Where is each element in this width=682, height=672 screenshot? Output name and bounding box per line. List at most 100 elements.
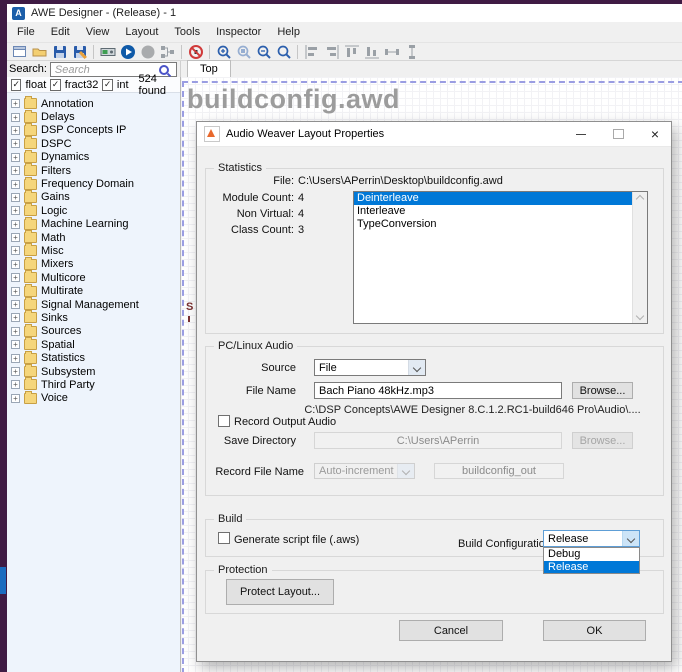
tree-item-third-party[interactable]: +Third Party: [7, 378, 180, 391]
tree-item-sources[interactable]: +Sources: [7, 325, 180, 338]
expand-plus-icon[interactable]: +: [11, 327, 20, 336]
tree-item-dynamics[interactable]: +Dynamics: [7, 151, 180, 164]
expand-plus-icon[interactable]: +: [11, 233, 20, 242]
menu-layout[interactable]: Layout: [117, 26, 166, 38]
tree-item-voice[interactable]: +Voice: [7, 392, 180, 405]
class-list-item[interactable]: Interleave: [354, 205, 647, 218]
tree-item-sinks[interactable]: +Sinks: [7, 311, 180, 324]
expand-plus-icon[interactable]: +: [11, 300, 20, 309]
source-dropdown[interactable]: File: [314, 359, 426, 376]
tree-item-dspc[interactable]: +DSPC: [7, 137, 180, 150]
tree-item-multicore[interactable]: +Multicore: [7, 271, 180, 284]
window-title: AWE Designer - (Release) - 1: [31, 7, 176, 19]
save-file-as-icon[interactable]: [70, 44, 89, 60]
tree-item-misc[interactable]: +Misc: [7, 244, 180, 257]
expand-plus-icon[interactable]: +: [11, 220, 20, 229]
hardware-target-icon[interactable]: [98, 44, 117, 60]
expand-plus-icon[interactable]: +: [11, 367, 20, 376]
browse-file-button[interactable]: Browse...: [572, 382, 633, 399]
expand-plus-icon[interactable]: +: [11, 126, 20, 135]
tree-item-math[interactable]: +Math: [7, 231, 180, 244]
fract32-checkbox[interactable]: ✓: [50, 79, 60, 91]
align-left-icon[interactable]: [302, 44, 321, 60]
dialog-maximize-button[interactable]: [604, 122, 632, 146]
option-release[interactable]: Release: [544, 561, 639, 574]
open-file-icon[interactable]: [30, 44, 49, 60]
play-audio-icon[interactable]: [118, 44, 137, 60]
expand-plus-icon[interactable]: +: [11, 260, 20, 269]
class-list-item[interactable]: TypeConversion: [354, 218, 647, 231]
option-debug[interactable]: Debug: [544, 548, 639, 561]
tree-item-spatial[interactable]: +Spatial: [7, 338, 180, 351]
expand-plus-icon[interactable]: +: [11, 287, 20, 296]
zoom-reset-icon[interactable]: [274, 44, 293, 60]
expand-plus-icon[interactable]: +: [11, 166, 20, 175]
tree-item-multirate[interactable]: +Multirate: [7, 284, 180, 297]
tree-item-dsp-concepts-ip[interactable]: +DSP Concepts IP: [7, 124, 180, 137]
menu-inspector[interactable]: Inspector: [208, 26, 269, 38]
listbox-scrollbar[interactable]: [632, 192, 647, 323]
ok-button[interactable]: OK: [543, 620, 646, 641]
expand-plus-icon[interactable]: +: [11, 193, 20, 202]
int-checkbox[interactable]: ✓: [102, 79, 112, 91]
tree-item-mixers[interactable]: +Mixers: [7, 258, 180, 271]
class-count-label: Class Count:: [219, 224, 294, 236]
distribute-horizontal-icon[interactable]: [382, 44, 401, 60]
expand-plus-icon[interactable]: +: [11, 139, 20, 148]
tree-item-statistics[interactable]: +Statistics: [7, 351, 180, 364]
expand-plus-icon[interactable]: +: [11, 153, 20, 162]
scroll-down-icon[interactable]: [633, 309, 647, 323]
record-output-audio-checkbox[interactable]: [218, 415, 230, 427]
class-list-item-selected[interactable]: Deinterleave: [354, 192, 647, 205]
tree-item-signal-management[interactable]: +Signal Management: [7, 298, 180, 311]
tree-item-delays[interactable]: +Delays: [7, 110, 180, 123]
menu-edit[interactable]: Edit: [43, 26, 78, 38]
build-configuration-dropdown[interactable]: Release: [543, 530, 640, 547]
expand-plus-icon[interactable]: +: [11, 273, 20, 282]
expand-plus-icon[interactable]: +: [11, 394, 20, 403]
expand-plus-icon[interactable]: +: [11, 113, 20, 122]
tab-top[interactable]: Top: [187, 60, 231, 77]
tree-item-gains[interactable]: +Gains: [7, 191, 180, 204]
menu-help[interactable]: Help: [269, 26, 308, 38]
align-right-icon[interactable]: [322, 44, 341, 60]
tree-item-frequency-domain[interactable]: +Frequency Domain: [7, 177, 180, 190]
expand-plus-icon[interactable]: +: [11, 180, 20, 189]
tree-item-annotation[interactable]: +Annotation: [7, 97, 180, 110]
align-bottom-icon[interactable]: [362, 44, 381, 60]
menu-view[interactable]: View: [78, 26, 118, 38]
zoom-in-icon[interactable]: [214, 44, 233, 60]
generate-script-checkbox[interactable]: [218, 532, 230, 544]
dialog-minimize-button[interactable]: [567, 122, 595, 146]
expand-plus-icon[interactable]: +: [11, 99, 20, 108]
dialog-close-button[interactable]: ×: [641, 122, 669, 146]
scroll-up-icon[interactable]: [633, 192, 647, 206]
menu-tools[interactable]: Tools: [166, 26, 208, 38]
align-top-icon[interactable]: [342, 44, 361, 60]
tree-item-filters[interactable]: +Filters: [7, 164, 180, 177]
save-file-icon[interactable]: [50, 44, 69, 60]
expand-plus-icon[interactable]: +: [11, 246, 20, 255]
class-listbox[interactable]: Deinterleave Interleave TypeConversion: [353, 191, 648, 324]
menu-file[interactable]: File: [9, 26, 43, 38]
float-checkbox[interactable]: ✓: [11, 79, 21, 91]
zoom-window-icon[interactable]: [234, 44, 253, 60]
dialog-title-bar: Audio Weaver Layout Properties ×: [197, 122, 671, 147]
expand-plus-icon[interactable]: +: [11, 354, 20, 363]
protect-layout-button[interactable]: Protect Layout...: [226, 579, 334, 605]
file-name-input[interactable]: Bach Piano 48kHz.mp3: [314, 382, 562, 399]
expand-plus-icon[interactable]: +: [11, 340, 20, 349]
tree-item-logic[interactable]: +Logic: [7, 204, 180, 217]
record-audio-icon[interactable]: [138, 44, 157, 60]
halt-audio-icon[interactable]: [186, 44, 205, 60]
routing-icon[interactable]: [158, 44, 177, 60]
tree-item-machine-learning[interactable]: +Machine Learning: [7, 218, 180, 231]
distribute-vertical-icon[interactable]: [402, 44, 421, 60]
expand-plus-icon[interactable]: +: [11, 380, 20, 389]
tree-item-subsystem[interactable]: +Subsystem: [7, 365, 180, 378]
zoom-out-icon[interactable]: [254, 44, 273, 60]
expand-plus-icon[interactable]: +: [11, 206, 20, 215]
cancel-button[interactable]: Cancel: [399, 620, 503, 641]
expand-plus-icon[interactable]: +: [11, 313, 20, 322]
new-file-icon[interactable]: [10, 44, 29, 60]
